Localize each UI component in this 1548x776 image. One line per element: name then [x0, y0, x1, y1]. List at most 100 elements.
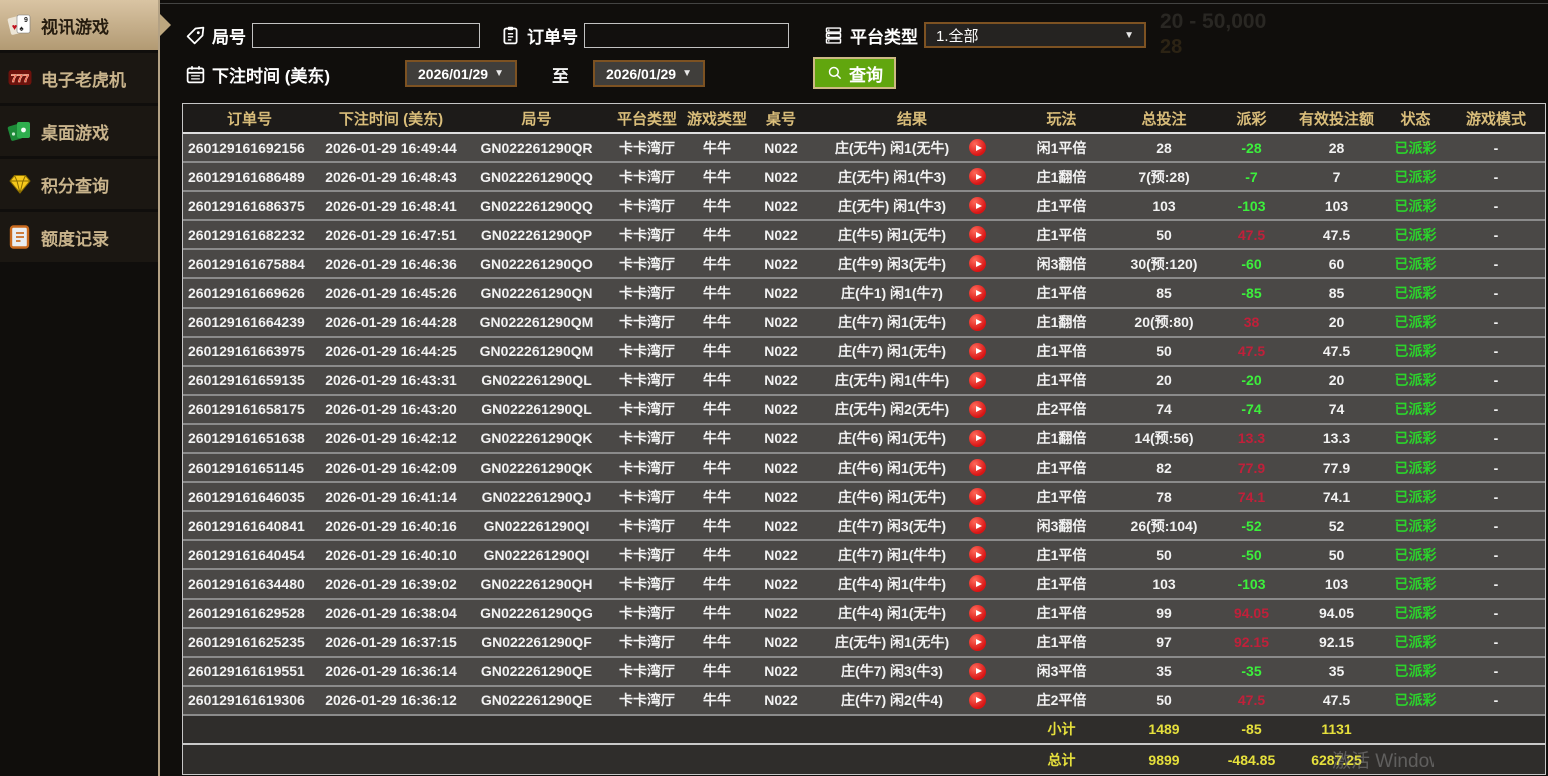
cell-table_no: N022 — [764, 197, 798, 214]
cell-time: 2026-01-29 16:40:10 — [325, 546, 457, 563]
cell-bet: 9899 — [1148, 751, 1180, 768]
play-video-icon[interactable] — [969, 226, 986, 244]
round-input[interactable] — [252, 22, 480, 48]
cell-valid: 35 — [1328, 663, 1345, 680]
sidebar-item-4[interactable]: 额度记录 — [0, 212, 160, 262]
platform-select[interactable]: 1.全部 ▼ — [924, 22, 1146, 48]
cell-round: GN022261290QK — [480, 430, 593, 447]
cell-round: GN022261290QE — [480, 663, 593, 680]
play-video-icon[interactable] — [969, 284, 986, 302]
cell-platform: 卡卡湾厅 — [619, 663, 675, 680]
cell-order: 260129161682232 — [188, 226, 305, 243]
table-row: 260129161664239 2026-01-29 16:44:28 GN0222… — [183, 308, 1545, 338]
order-input[interactable] — [584, 22, 789, 48]
sidebar-item-2[interactable]: 桌面游戏 — [0, 106, 160, 156]
cell-round: GN022261290QH — [480, 575, 593, 592]
play-video-icon[interactable] — [969, 400, 986, 418]
play-video-icon[interactable] — [969, 546, 986, 564]
cell-order: 260129161658175 — [188, 401, 305, 418]
cell-game: 牛牛 — [703, 430, 731, 447]
play-video-icon[interactable] — [969, 488, 986, 506]
cell-platform: 卡卡湾厅 — [619, 575, 675, 592]
table-row: 260129161651638 2026-01-29 16:42:12 GN0222… — [183, 424, 1545, 455]
cell-game: 牛牛 — [703, 517, 731, 534]
play-video-icon[interactable] — [969, 604, 986, 622]
column-header-11: 状态 — [1400, 110, 1431, 128]
play-video-icon[interactable] — [969, 633, 986, 651]
play-video-icon[interactable] — [969, 691, 986, 709]
play-video-icon[interactable] — [969, 575, 986, 593]
cell-result: 庄(无牛) 闲1(无牛) — [834, 634, 950, 651]
cards-icon: 9♥ ♠ — [7, 14, 31, 35]
table-row: 260129161658175 2026-01-29 16:43:20 GN0222… — [183, 395, 1545, 425]
cell-time: 2026-01-29 16:44:28 — [325, 314, 457, 331]
cell-payout: -20 — [1241, 372, 1262, 389]
cell-table_no: N022 — [764, 634, 798, 651]
cell-valid: 94.05 — [1318, 605, 1355, 622]
table-row: 260129161686375 2026-01-29 16:48:41 GN0222… — [183, 192, 1545, 222]
cell-status: 已派彩 — [1394, 372, 1437, 389]
platform-filter: 平台类型 1.全部 ▼ — [823, 21, 1146, 49]
play-cell — [969, 139, 1009, 157]
date-to-picker[interactable]: 2026/01/29 ▼ — [593, 60, 705, 87]
sidebar-item-3[interactable]: 积分查询 — [0, 159, 160, 209]
background-limit-text: 20 - 50,000 — [1160, 10, 1267, 33]
play-video-icon[interactable] — [969, 662, 986, 680]
cell-game: 牛牛 — [703, 459, 731, 476]
table-row: 260129161692156 2026-01-29 16:49:44 GN0222… — [183, 134, 1545, 164]
cell-order: 260129161664239 — [188, 314, 305, 331]
cell-play_label: 庄1平倍 — [1036, 372, 1087, 389]
play-video-icon[interactable] — [969, 197, 986, 215]
cell-payout: 47.5 — [1237, 343, 1266, 360]
sidebar-item-1[interactable]: 777 电子老虎机 — [0, 53, 160, 103]
date-to-value: 2026/01/29 — [606, 65, 677, 82]
play-video-icon[interactable] — [969, 517, 986, 535]
cell-play_label: 闲3翻倍 — [1036, 255, 1087, 272]
play-video-icon[interactable] — [969, 168, 986, 186]
cell-order: 260129161619551 — [188, 663, 305, 680]
cell-bet: 1489 — [1148, 721, 1180, 738]
sidebar-item-0[interactable]: 9 ♥ ♠ 视讯游戏 — [0, 0, 160, 50]
cell-payout: -60 — [1241, 255, 1262, 272]
table-row: 260129161651145 2026-01-29 16:42:09 GN0222… — [183, 454, 1545, 484]
cell-bet: 50 — [1156, 226, 1172, 243]
cell-payout: 92.15 — [1233, 634, 1270, 651]
cell-result: 庄(无牛) 闲1(无牛) — [834, 139, 950, 156]
cell-round: GN022261290QO — [480, 255, 593, 272]
search-button[interactable]: 查询 — [813, 57, 896, 89]
date-from-picker[interactable]: 2026/01/29 ▼ — [405, 60, 517, 87]
cell-result: 庄(牛4) 闲1(无牛) — [837, 605, 947, 622]
platform-list-icon — [825, 26, 842, 44]
sidebar: 9 ♥ ♠ 视讯游戏 777 电子老虎机桌面游戏积分查询 额度记录 — [0, 0, 160, 265]
play-video-icon[interactable] — [969, 371, 986, 389]
cell-valid: 20 — [1328, 372, 1345, 389]
cell-game: 牛牛 — [703, 401, 731, 418]
cell-time: 2026-01-29 16:49:44 — [325, 139, 457, 156]
cell-time: 2026-01-29 16:37:15 — [325, 634, 457, 651]
play-video-icon[interactable] — [969, 459, 986, 477]
cell-valid: 92.15 — [1318, 634, 1355, 651]
play-video-icon[interactable] — [969, 255, 986, 273]
play-video-icon[interactable] — [969, 313, 986, 331]
cell-result: 庄(牛6) 闲1(无牛) — [837, 459, 947, 476]
cell-table_no: N022 — [764, 372, 798, 389]
cell-payout: -103 — [1237, 197, 1266, 214]
column-header-8: 总投注 — [1141, 110, 1187, 128]
sidebar-item-label: 桌面游戏 — [41, 123, 109, 143]
play-cell — [969, 342, 1009, 360]
cell-bet: 78 — [1156, 488, 1172, 505]
bet-time-label: 下注时间 (美东) — [212, 66, 331, 86]
cell-bet: 20 — [1156, 372, 1172, 389]
play-video-icon[interactable] — [969, 342, 986, 360]
sidebar-item-label: 视讯游戏 — [41, 17, 109, 37]
play-video-icon[interactable] — [969, 139, 986, 157]
cell-status: 已派彩 — [1394, 226, 1437, 243]
cell-table_no: N022 — [764, 314, 798, 331]
cell-payout: -52 — [1241, 517, 1262, 534]
cell-mode: - — [1493, 430, 1499, 447]
cell-valid: 60 — [1328, 255, 1345, 272]
cell-time: 2026-01-29 16:40:16 — [325, 517, 457, 534]
cell-play_label: 庄1翻倍 — [1036, 168, 1087, 185]
play-video-icon[interactable] — [969, 429, 986, 447]
cell-platform: 卡卡湾厅 — [619, 692, 675, 709]
